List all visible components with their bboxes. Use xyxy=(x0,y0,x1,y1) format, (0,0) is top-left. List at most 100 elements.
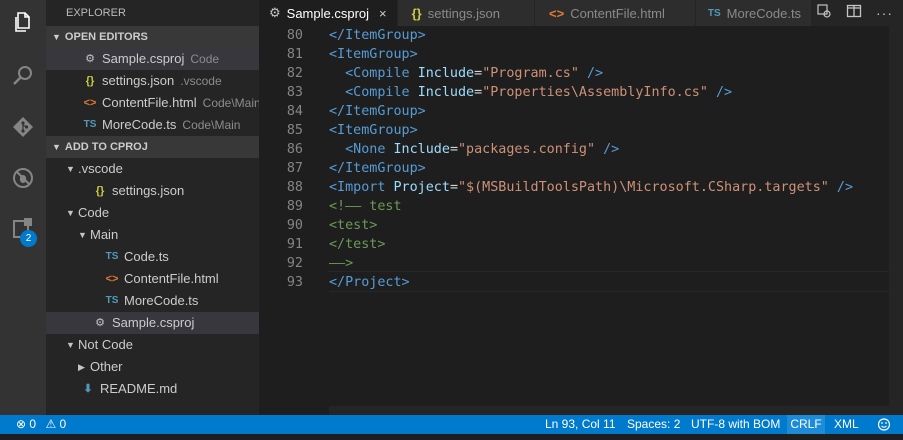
code-token: <ItemGroup> xyxy=(329,123,418,138)
file-item[interactable]: <> ContentFile.html xyxy=(46,268,259,290)
html-icon: <> xyxy=(105,273,119,285)
indentation[interactable]: Spaces: 2 xyxy=(627,415,680,434)
status-bar: ⊗ 0 ⚠ 0 Ln 93, Col 11 Spaces: 2 UTF-8 wi… xyxy=(0,415,903,434)
html-icon: <> xyxy=(83,97,97,109)
code-text: <Compile Include="Program.cs" /> xyxy=(329,64,603,83)
code-token: ——> xyxy=(329,256,354,271)
smiley-feedback-icon[interactable] xyxy=(877,415,891,434)
code-line[interactable]: 83 <Compile Include="Properties\Assembly… xyxy=(259,83,889,102)
vertical-scrollbar[interactable] xyxy=(889,26,903,415)
folder-item[interactable]: ▼ Main xyxy=(46,224,259,246)
open-editor-item[interactable]: {} settings.json .vscode xyxy=(46,70,259,92)
code-line[interactable]: 85 <ItemGroup> xyxy=(259,121,889,140)
braces-icon: {} xyxy=(411,5,422,21)
code-line[interactable]: 87 </ItemGroup> xyxy=(259,159,889,178)
code-line[interactable]: 93 </Project> xyxy=(259,273,889,292)
code-token: = xyxy=(449,180,458,195)
code-line[interactable]: 90 <test> xyxy=(259,216,889,235)
code-token: <test> xyxy=(329,218,378,233)
code-text: </ItemGroup> xyxy=(329,102,426,121)
code-line[interactable]: 86 <None Include="packages.config" /> xyxy=(259,140,889,159)
warning-icon: ⚠ xyxy=(45,417,57,431)
folder-item[interactable]: ▶ Other xyxy=(46,356,259,378)
line-number: 81 xyxy=(286,47,303,62)
explorer-icon[interactable] xyxy=(0,0,46,44)
code-text: <!—— test xyxy=(329,197,402,216)
tab-settings-json[interactable]: {} settings.json xyxy=(397,0,536,26)
code-text: </test> xyxy=(329,235,385,254)
horizontal-scrollbar[interactable] xyxy=(329,406,889,415)
problems-indicator[interactable]: ⊗ 0 ⚠ 0 xyxy=(16,415,66,434)
file-item[interactable]: ⬇ README.md xyxy=(46,378,259,400)
code-line[interactable]: 89 <!—— test xyxy=(259,197,889,216)
code-token: <Compile xyxy=(329,85,418,100)
line-ending[interactable]: CRLF xyxy=(787,415,825,434)
ts-icon: TS xyxy=(83,119,97,130)
folder-item[interactable]: ▼ Not Code xyxy=(46,334,259,356)
line-number: 91 xyxy=(286,237,303,252)
code-line[interactable]: 81 <ItemGroup> xyxy=(259,45,889,64)
gear-icon: ⚙ xyxy=(85,53,95,65)
line-number: 85 xyxy=(286,123,303,138)
line-number: 88 xyxy=(286,180,303,195)
source-control-icon[interactable] xyxy=(0,105,46,149)
chevron-down-icon: ▼ xyxy=(66,340,75,350)
code-token: "Properties\AssemblyInfo.cs" xyxy=(482,85,708,100)
folder-item[interactable]: ▼ .vscode xyxy=(46,158,259,180)
code-token: = xyxy=(474,66,483,81)
code-text: ——> xyxy=(329,254,353,273)
code-token: /> xyxy=(595,142,620,157)
file-item[interactable]: TS MoreCode.ts xyxy=(46,290,259,312)
code-token: Include xyxy=(417,85,475,100)
chevron-down-icon: ▼ xyxy=(52,142,61,152)
tab-morecode-ts[interactable]: TS MoreCode.ts xyxy=(695,0,813,26)
code-line[interactable]: 82 <Compile Include="Program.cs" /> xyxy=(259,64,889,83)
open-editor-item[interactable]: <> ContentFile.html Code\Main xyxy=(46,92,259,114)
code-line[interactable]: 91 </test> xyxy=(259,235,889,254)
line-number: 80 xyxy=(286,28,303,43)
chevron-down-icon: ▼ xyxy=(78,230,87,240)
file-item[interactable]: {} settings.json xyxy=(46,180,259,202)
line-number: 89 xyxy=(286,199,303,214)
gear-icon: ⚙ xyxy=(269,5,281,20)
code-token: Project xyxy=(393,180,450,195)
ts-icon: TS xyxy=(105,295,119,306)
open-editor-item[interactable]: TS MoreCode.ts Code\Main xyxy=(46,114,259,136)
code-line[interactable]: 80 </ItemGroup> xyxy=(259,26,889,45)
code-editor[interactable]: 80 </ItemGroup> 81 <ItemGroup> 82 <Compile I… xyxy=(259,26,903,415)
folder-item[interactable]: ▼ Code xyxy=(46,202,259,224)
code-line[interactable]: 88 <Import Project="$(MSBuildToolsPath)\M… xyxy=(259,178,889,197)
html-icon: <> xyxy=(549,5,565,21)
code-line[interactable]: 84 </ItemGroup> xyxy=(259,102,889,121)
file-item[interactable]: ⚙ Sample.csproj xyxy=(46,312,259,334)
error-icon: ⊗ xyxy=(16,417,27,431)
close-icon[interactable]: × xyxy=(379,6,387,21)
code-token: Include xyxy=(393,142,450,157)
tab-sample-csproj[interactable]: ⚙ Sample.csproj × xyxy=(259,0,398,26)
line-number: 86 xyxy=(286,142,303,157)
project-header[interactable]: ▼ ADD TO CPROJ xyxy=(46,136,259,158)
code-text: </ItemGroup> xyxy=(329,159,426,178)
file-item[interactable]: TS Code.ts xyxy=(46,246,259,268)
open-changes-icon[interactable] xyxy=(816,3,832,24)
search-icon[interactable] xyxy=(0,53,46,97)
code-text: <ItemGroup> xyxy=(329,45,418,64)
tab-contentfile-html[interactable]: <> ContentFile.html xyxy=(535,0,696,26)
open-editor-item[interactable]: ⚙ Sample.csproj Code xyxy=(46,48,259,70)
encoding[interactable]: UTF-8 with BOM xyxy=(691,415,780,434)
more-actions-icon[interactable]: ··· xyxy=(876,5,893,21)
debug-icon[interactable] xyxy=(0,156,46,200)
line-number: 93 xyxy=(286,275,303,290)
chevron-down-icon: ▼ xyxy=(66,164,75,174)
code-token: </Project> xyxy=(329,275,410,290)
split-editor-icon[interactable] xyxy=(846,3,862,24)
open-editors-header[interactable]: ▼ OPEN EDITORS xyxy=(46,26,259,48)
code-token: "packages.config" xyxy=(458,142,596,157)
code-token: /> xyxy=(828,180,854,195)
language-mode[interactable]: XML xyxy=(834,415,859,434)
cursor-position[interactable]: Ln 93, Col 11 xyxy=(545,415,616,434)
code-line[interactable]: 92 ——> xyxy=(259,254,889,273)
line-number: 82 xyxy=(286,66,303,81)
code-token: <Compile xyxy=(329,66,418,81)
download-arrow-icon: ⬇ xyxy=(83,383,93,395)
